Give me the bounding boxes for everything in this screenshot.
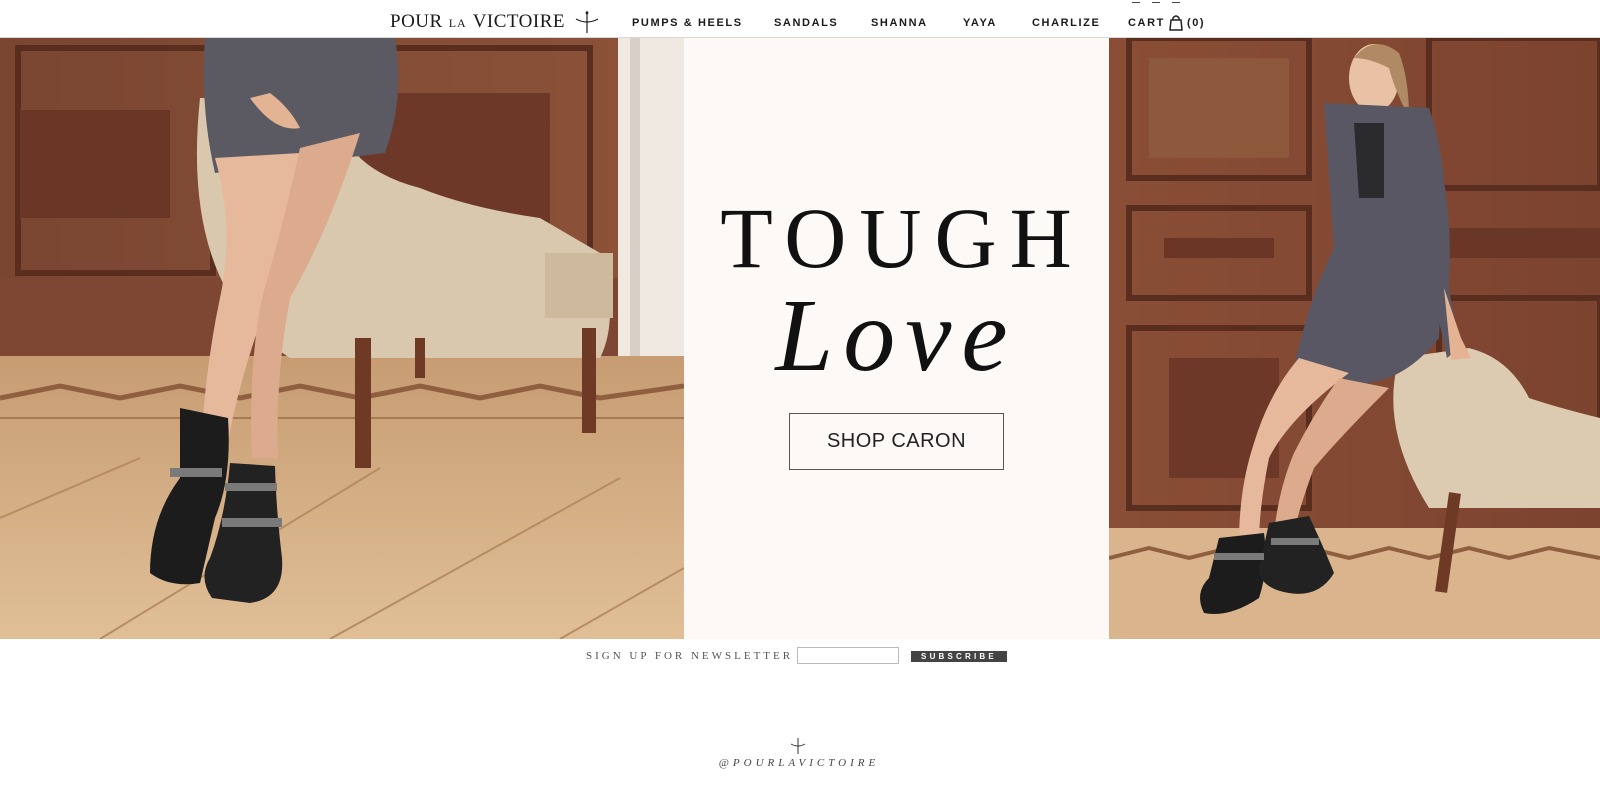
sword-mark-icon bbox=[790, 738, 806, 754]
nav-item-charlize[interactable]: CHARLIZE bbox=[1032, 17, 1100, 29]
nav-item-sandals[interactable]: SANDALS bbox=[774, 17, 838, 29]
shop-caron-button[interactable]: SHOP CARON bbox=[789, 413, 1004, 470]
site-header: POUR LA VICTOIRE PUMPS & HEELS SANDALS S… bbox=[0, 0, 1600, 38]
logo-word: LA bbox=[448, 15, 467, 30]
subscribe-button[interactable]: SUBSCRIBE bbox=[911, 651, 1007, 662]
logo-word: VICTOIRE bbox=[472, 11, 565, 32]
instagram-handle-link[interactable]: @POURLAVICTOIRE bbox=[0, 757, 1598, 769]
nav-item-yaya[interactable]: YAYA bbox=[963, 17, 997, 29]
hero-banner: TOUGH Love SHOP CARON bbox=[0, 38, 1600, 639]
social-icon[interactable] bbox=[1172, 0, 1180, 3]
newsletter-label: SIGN UP FOR NEWSLETTER bbox=[586, 650, 794, 662]
newsletter-email-input[interactable] bbox=[797, 647, 899, 664]
brand-logo[interactable]: POUR LA VICTOIRE bbox=[390, 9, 600, 35]
shopping-bag-icon bbox=[1169, 15, 1183, 31]
cart-link[interactable]: CART (0) bbox=[1128, 14, 1205, 31]
social-icon[interactable] bbox=[1132, 0, 1140, 3]
social-icons bbox=[1132, 0, 1180, 3]
sword-mark-icon bbox=[575, 11, 599, 33]
nav-item-pumps-heels[interactable]: PUMPS & HEELS bbox=[632, 17, 743, 29]
social-icon[interactable] bbox=[1152, 0, 1160, 3]
cart-count: (0) bbox=[1186, 16, 1206, 29]
cart-label: CART bbox=[1128, 16, 1165, 29]
hero-photo-right[interactable] bbox=[1109, 38, 1600, 639]
hero-headline-line2: Love bbox=[775, 278, 1018, 393]
hero-text-panel: TOUGH Love SHOP CARON bbox=[684, 38, 1109, 639]
hero-photo-left[interactable] bbox=[0, 38, 684, 639]
hero-headline-line1: TOUGH bbox=[720, 190, 1085, 286]
logo-word: POUR bbox=[390, 11, 443, 32]
nav-item-shanna[interactable]: SHANNA bbox=[871, 17, 928, 29]
